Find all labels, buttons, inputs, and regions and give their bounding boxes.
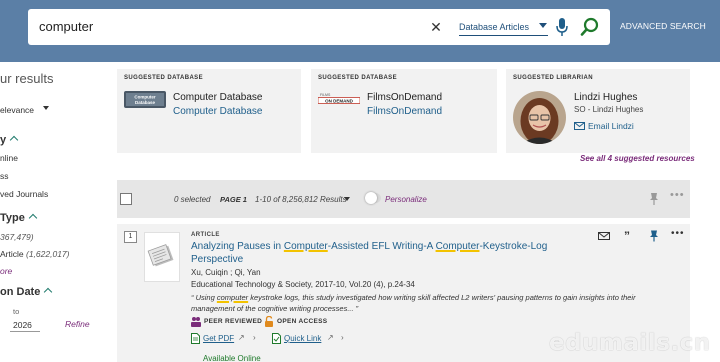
svg-text:FILMS: FILMS — [320, 93, 331, 97]
select-all-checkbox[interactable] — [120, 193, 132, 205]
librarian-role: SO - Lindzi Hughes — [574, 105, 644, 114]
result-title-link[interactable]: Analyzing Pauses in Computer-Assisted EF… — [191, 240, 561, 266]
peer-reviewed-icon — [191, 317, 201, 327]
personalize-label[interactable]: Personalize — [385, 195, 427, 204]
database-link[interactable]: Computer Database — [173, 106, 263, 117]
open-access-badge: OPEN ACCESS — [277, 318, 328, 325]
chevron-down-icon — [539, 23, 547, 28]
search-box[interactable]: computer ✕ Database Articles — [28, 9, 610, 45]
refine-button[interactable]: Refine — [65, 319, 90, 329]
result-rank-checkbox[interactable]: 1 — [124, 231, 137, 243]
search-scope-value: Database Articles — [459, 22, 530, 32]
suggested-database-card: SUGGESTED DATABASE Computer Database Com… — [117, 69, 301, 153]
facet-availability-heading[interactable]: y — [0, 134, 19, 146]
chevron-right-icon: › — [341, 333, 344, 342]
quick-link-icon — [272, 333, 281, 344]
get-pdf-link[interactable]: Get PDF — [203, 334, 234, 343]
chevron-right-icon: › — [253, 333, 256, 342]
open-access-icon — [265, 316, 273, 327]
date-to-label: to — [13, 307, 20, 316]
result-authors: Xu, Cuiqin ; Qi, Yan — [191, 268, 261, 277]
result-type: ARTICLE — [191, 232, 220, 238]
facet-item[interactable]: nline — [0, 153, 18, 163]
suggested-database-card: SUGGESTED DATABASE FILMS ON DEMAND Films… — [311, 69, 497, 153]
database-link[interactable]: FilmsOnDemand — [367, 106, 442, 117]
mail-icon — [574, 122, 585, 130]
page-indicator: PAGE 1 — [220, 195, 247, 204]
svg-text:ON DEMAND: ON DEMAND — [325, 98, 353, 103]
facet-count[interactable]: 367,479) — [0, 232, 34, 242]
facet-date-heading[interactable]: on Date — [0, 286, 53, 298]
more-options-icon[interactable]: ••• — [670, 189, 685, 201]
search-icon[interactable] — [580, 17, 600, 37]
toggle-knob — [365, 192, 377, 204]
facet-item[interactable]: Article (1,622,017) — [0, 249, 69, 259]
films-on-demand-logo[interactable]: FILMS ON DEMAND — [318, 91, 360, 108]
results-count[interactable]: 1-10 of 8,256,812 Results — [255, 195, 347, 204]
external-link-icon: ↗ — [327, 333, 334, 342]
advanced-search-link[interactable]: ADVANCED SEARCH — [620, 21, 706, 31]
result-snippet: “ Using computer keystroke logs, this st… — [191, 293, 636, 313]
pin-icon[interactable] — [649, 192, 659, 206]
result-source: Educational Technology & Society, 2017-1… — [191, 280, 415, 289]
date-to-input[interactable]: 2026 — [13, 320, 32, 330]
top-search-bar: computer ✕ Database Articles ADVANCED SE… — [0, 0, 720, 62]
available-online-link[interactable]: Available Online — [203, 354, 261, 362]
search-input[interactable]: computer — [39, 19, 93, 34]
see-all-suggestions-link[interactable]: See all 4 suggested resources — [580, 154, 695, 163]
show-more-link[interactable]: ore — [0, 266, 12, 276]
results-toolbar: 0 selected PAGE 1 1-10 of 8,256,812 Resu… — [117, 180, 690, 218]
email-librarian-link[interactable]: Email Lindzi — [574, 121, 634, 131]
facet-type-heading[interactable]: Type — [0, 212, 38, 224]
card-label: SUGGESTED DATABASE — [318, 75, 397, 81]
quick-link[interactable]: Quick Link — [284, 334, 321, 343]
chevron-up-icon — [28, 213, 38, 223]
pin-icon[interactable] — [648, 230, 660, 242]
date-input-underline — [10, 331, 40, 332]
chevron-up-icon — [44, 287, 53, 297]
librarian-avatar — [513, 91, 566, 144]
database-title: Computer Database — [173, 92, 263, 103]
librarian-name: Lindzi Hughes — [574, 92, 638, 103]
database-title: FilmsOnDemand — [367, 92, 443, 103]
microphone-icon[interactable] — [555, 17, 569, 37]
chevron-up-icon — [9, 135, 19, 145]
email-icon[interactable] — [598, 230, 610, 242]
peer-reviewed-badge: PEER REVIEWED — [204, 318, 263, 325]
watermark: edumails.cn — [549, 330, 711, 356]
close-icon[interactable]: ✕ — [426, 17, 446, 37]
search-scope-select[interactable]: Database Articles — [459, 18, 548, 36]
facet-item[interactable]: ved Journals — [0, 189, 48, 199]
facet-item[interactable]: ss — [0, 171, 9, 181]
pdf-icon — [191, 333, 200, 344]
computer-database-logo[interactable]: Computer Database — [124, 91, 166, 108]
more-options-icon[interactable]: ••• — [671, 229, 684, 242]
card-label: SUGGESTED DATABASE — [124, 75, 203, 81]
results-title: ur results — [0, 71, 54, 86]
article-thumbnail-icon — [144, 232, 180, 282]
chevron-down-icon[interactable] — [43, 106, 49, 110]
external-link-icon: ↗ — [238, 333, 245, 342]
email-label: Email Lindzi — [588, 121, 634, 131]
cite-icon[interactable]: ” — [624, 230, 636, 242]
svg-text:Computer: Computer — [134, 95, 155, 100]
chevron-down-icon[interactable] — [344, 197, 350, 201]
personalize-toggle[interactable] — [365, 192, 381, 204]
svg-text:Database: Database — [135, 100, 156, 105]
selected-count: 0 selected — [174, 195, 211, 204]
card-label: SUGGESTED LIBRARIAN — [513, 75, 593, 81]
sort-select[interactable]: elevance — [0, 105, 34, 115]
suggested-librarian-card: SUGGESTED LIBRARIAN Lindzi Hughes SO - L… — [506, 69, 690, 153]
